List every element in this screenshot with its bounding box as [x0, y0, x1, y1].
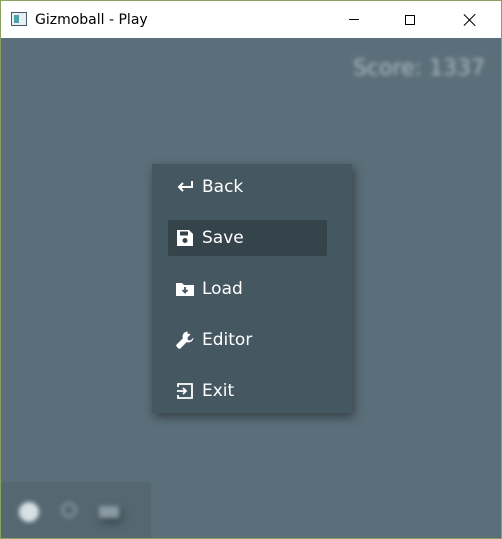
exit-icon	[175, 381, 195, 401]
save-label: Save	[202, 228, 244, 248]
play-icon[interactable]	[19, 502, 39, 522]
wrench-icon	[175, 330, 195, 350]
app-icon	[11, 12, 27, 26]
window-title: Gizmoball - Play	[35, 12, 148, 28]
editor-button[interactable]: Editor	[168, 322, 327, 358]
folder-download-icon	[175, 279, 195, 299]
app-window: Gizmoball - Play Score: 1337 Back Save L…	[0, 0, 502, 539]
score-display: Score: 1337	[352, 56, 485, 81]
exit-button[interactable]: Exit	[168, 373, 327, 409]
game-area: Score: 1337 Back Save Load Editor Exit	[1, 38, 501, 538]
maximize-icon	[405, 14, 415, 25]
editor-label: Editor	[202, 330, 253, 350]
load-button[interactable]: Load	[168, 271, 327, 307]
exit-label: Exit	[202, 381, 235, 401]
minimize-button[interactable]	[331, 1, 377, 38]
minimize-icon	[349, 19, 359, 20]
save-button[interactable]: Save	[168, 220, 327, 256]
back-arrow-icon	[175, 177, 195, 197]
close-button[interactable]	[447, 1, 493, 38]
load-label: Load	[202, 279, 243, 299]
reload-icon[interactable]	[61, 502, 77, 518]
back-button[interactable]: Back	[168, 169, 327, 205]
back-label: Back	[202, 177, 244, 197]
close-icon	[463, 13, 477, 27]
pause-menu: Back Save Load Editor Exit	[152, 164, 352, 413]
maximize-button[interactable]	[387, 1, 433, 38]
title-bar[interactable]: Gizmoball - Play	[1, 1, 501, 38]
menu-icon[interactable]	[99, 506, 119, 518]
bottom-toolbar	[1, 482, 151, 538]
floppy-disk-icon	[175, 228, 195, 248]
